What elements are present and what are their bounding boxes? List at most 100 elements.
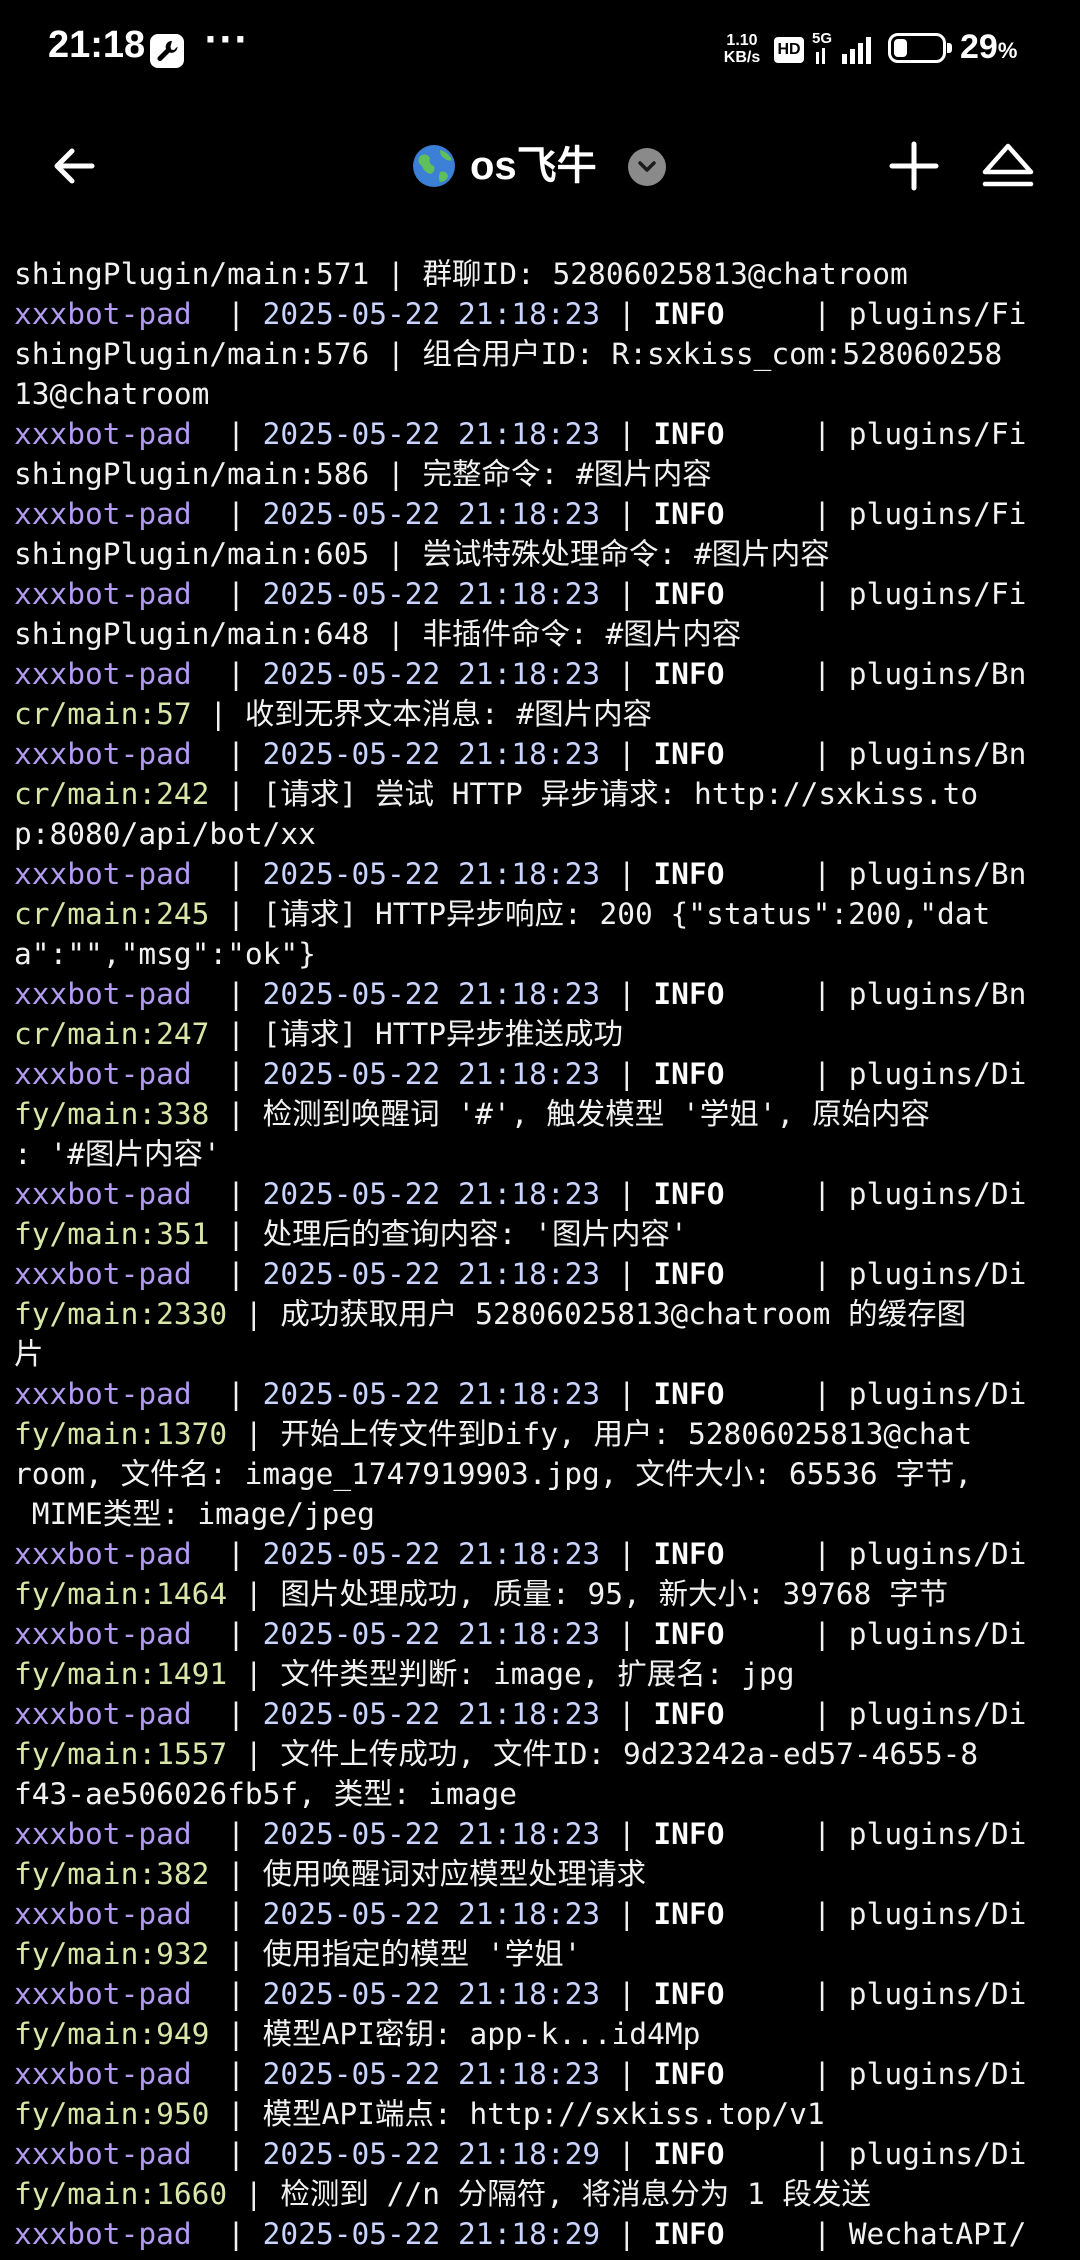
log-timestamp: 2025-05-22 21:18:23 xyxy=(262,737,601,771)
log-timestamp: 2025-05-22 21:18:23 xyxy=(262,577,601,611)
log-text: | plugins/Bn xyxy=(724,737,1027,771)
log-line: fy/main:1464 | 图片处理成功, 质量: 95, 新大小: 3976… xyxy=(14,1574,1074,1614)
eject-button[interactable] xyxy=(978,136,1038,196)
log-level: INFO xyxy=(653,577,725,611)
hd-badge: HD xyxy=(774,37,804,63)
arrow-left-icon xyxy=(54,148,95,184)
log-service: xxxbot-pad xyxy=(14,1817,210,1851)
log-service: xxxbot-pad xyxy=(14,1977,210,2011)
log-location: cr/main:242 xyxy=(14,777,210,811)
log-text: | xyxy=(600,1537,654,1571)
log-service: xxxbot-pad xyxy=(14,297,210,331)
log-timestamp: 2025-05-22 21:18:23 xyxy=(262,857,601,891)
chevron-down-icon[interactable] xyxy=(628,148,666,186)
log-text: | xyxy=(600,1977,654,2011)
log-text: | xyxy=(209,297,263,331)
log-timestamp: 2025-05-22 21:18:23 xyxy=(262,657,601,691)
log-level: INFO xyxy=(653,1377,725,1411)
log-text: | xyxy=(600,2217,654,2251)
log-level: INFO xyxy=(653,977,725,1011)
log-line: fy/main:2330 | 成功获取用户 52806025813@chatro… xyxy=(14,1294,1074,1334)
log-text: | 模型API密钥: app-k...id4Mp xyxy=(209,2017,701,2051)
log-line: xxxbot-pad | 2025-05-22 21:18:23 | INFO … xyxy=(14,974,1074,1014)
log-text: | xyxy=(209,737,263,771)
log-location: fy/main:950 xyxy=(14,2097,210,2131)
log-timestamp: 2025-05-22 21:18:23 xyxy=(262,1617,601,1651)
log-text: | plugins/Di xyxy=(724,1617,1027,1651)
log-line: : '#图片内容' xyxy=(14,1134,1074,1174)
log-text: shingPlugin/main:576 | 组合用户ID: R:sxkiss_… xyxy=(14,337,1003,371)
log-line: xxxbot-pad | 2025-05-22 21:18:23 | INFO … xyxy=(14,1254,1074,1294)
log-service: xxxbot-pad xyxy=(14,737,210,771)
log-line: xxxbot-pad | 2025-05-22 21:18:23 | INFO … xyxy=(14,1814,1074,1854)
log-line: xxxbot-pad | 2025-05-22 21:18:23 | INFO … xyxy=(14,854,1074,894)
log-timestamp: 2025-05-22 21:18:23 xyxy=(262,1377,601,1411)
log-timestamp: 2025-05-22 21:18:23 xyxy=(262,1977,601,2011)
log-line: xxxbot-pad | 2025-05-22 21:18:23 | INFO … xyxy=(14,574,1074,614)
log-level: INFO xyxy=(653,1977,725,2011)
log-text: | 模型API端点: http://sxkiss.top/v1 xyxy=(209,2097,825,2131)
log-level: INFO xyxy=(653,1177,725,1211)
log-level: INFO xyxy=(653,1697,725,1731)
terminal-log[interactable]: shingPlugin/main:571 | 群聊ID: 52806025813… xyxy=(14,254,1074,2254)
log-text: | xyxy=(600,297,654,331)
log-text: | xyxy=(209,2057,263,2091)
log-text: | 文件上传成功, 文件ID: 9d23242a-ed57-4655-8 xyxy=(227,1737,979,1771)
log-text: 片 xyxy=(14,1337,44,1371)
log-text: | xyxy=(209,417,263,451)
log-service: xxxbot-pad xyxy=(14,1897,210,1931)
log-line: xxxbot-pad | 2025-05-22 21:18:23 | INFO … xyxy=(14,494,1074,534)
add-button[interactable] xyxy=(884,136,944,196)
log-text: | xyxy=(209,497,263,531)
log-text: shingPlugin/main:648 | 非插件命令: #图片内容 xyxy=(14,617,742,651)
log-text: | 收到无界文本消息: #图片内容 xyxy=(191,697,653,731)
log-location: fy/main:1660 xyxy=(14,2177,228,2211)
log-line: fy/main:932 | 使用指定的模型 '学姐' xyxy=(14,1934,1074,1974)
log-line: xxxbot-pad | 2025-05-22 21:18:23 | INFO … xyxy=(14,294,1074,334)
log-text: | xyxy=(209,1257,263,1291)
title-selector[interactable]: os飞牛 xyxy=(400,136,700,196)
log-text: | plugins/Fi xyxy=(724,577,1027,611)
log-service: xxxbot-pad xyxy=(14,2217,210,2251)
log-line: fy/main:950 | 模型API端点: http://sxkiss.top… xyxy=(14,2094,1074,2134)
log-line: 13@chatroom xyxy=(14,374,1074,414)
log-location: fy/main:338 xyxy=(14,1097,210,1131)
log-line: xxxbot-pad | 2025-05-22 21:18:23 | INFO … xyxy=(14,1374,1074,1414)
log-line: fy/main:351 | 处理后的查询内容: '图片内容' xyxy=(14,1214,1074,1254)
log-service: xxxbot-pad xyxy=(14,1057,210,1091)
log-line: xxxbot-pad | 2025-05-22 21:18:29 | INFO … xyxy=(14,2214,1074,2254)
log-text: | plugins/Fi xyxy=(724,497,1027,531)
log-line: fy/main:1557 | 文件上传成功, 文件ID: 9d23242a-ed… xyxy=(14,1734,1074,1774)
log-line: cr/main:245 | [请求] HTTP异步响应: 200 {"statu… xyxy=(14,894,1074,934)
log-service: xxxbot-pad xyxy=(14,497,210,531)
log-line: xxxbot-pad | 2025-05-22 21:18:23 | INFO … xyxy=(14,1974,1074,2014)
log-line: xxxbot-pad | 2025-05-22 21:18:23 | INFO … xyxy=(14,1174,1074,1214)
log-level: INFO xyxy=(653,1617,725,1651)
log-text: | xyxy=(600,657,654,691)
log-text: | xyxy=(600,577,654,611)
log-text: shingPlugin/main:586 | 完整命令: #图片内容 xyxy=(14,457,712,491)
log-location: cr/main:57 xyxy=(14,697,192,731)
log-text: room, 文件名: image_1747919903.jpg, 文件大小: 6… xyxy=(14,1457,973,1491)
log-timestamp: 2025-05-22 21:18:29 xyxy=(262,2217,601,2251)
log-text: | xyxy=(600,1897,654,1931)
log-level: INFO xyxy=(653,1257,725,1291)
log-timestamp: 2025-05-22 21:18:23 xyxy=(262,1177,601,1211)
log-line: fy/main:949 | 模型API密钥: app-k...id4Mp xyxy=(14,2014,1074,2054)
log-text: | xyxy=(209,1697,263,1731)
log-timestamp: 2025-05-22 21:18:23 xyxy=(262,1897,601,1931)
log-text: | plugins/Di xyxy=(724,1537,1027,1571)
log-level: INFO xyxy=(653,1897,725,1931)
log-location: fy/main:949 xyxy=(14,2017,210,2051)
log-text: | xyxy=(209,1897,263,1931)
log-service: xxxbot-pad xyxy=(14,577,210,611)
log-text: 13@chatroom xyxy=(14,377,210,411)
log-location: fy/main:1370 xyxy=(14,1417,228,1451)
log-line: xxxbot-pad | 2025-05-22 21:18:23 | INFO … xyxy=(14,734,1074,774)
back-button[interactable] xyxy=(44,136,104,196)
log-service: xxxbot-pad xyxy=(14,857,210,891)
log-text: | plugins/Di xyxy=(724,1377,1027,1411)
log-text: | plugins/Di xyxy=(724,2137,1027,2171)
log-text: | xyxy=(209,977,263,1011)
log-level: INFO xyxy=(653,857,725,891)
